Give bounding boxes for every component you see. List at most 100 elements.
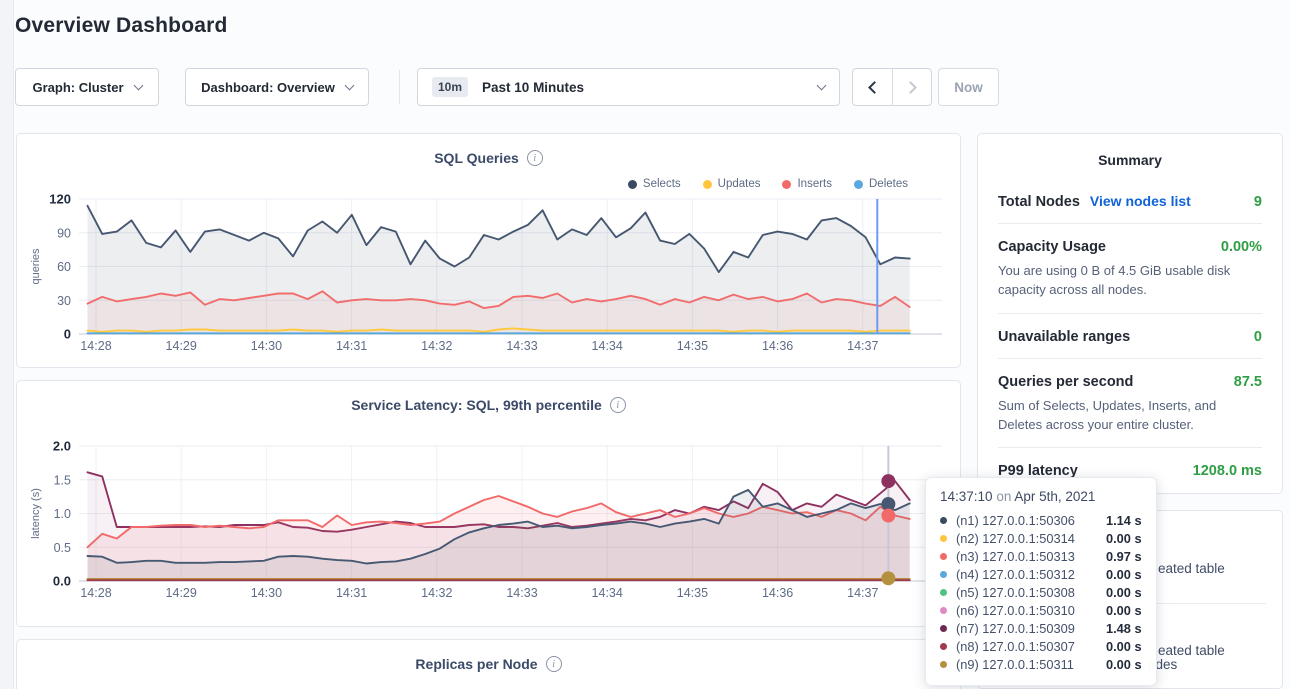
tooltip-node: (n5) 127.0.0.1:50308 bbox=[956, 585, 1106, 600]
svg-text:120: 120 bbox=[49, 192, 71, 207]
sql-queries-panel: SQL Queries i Selects Updates Inserts De… bbox=[16, 133, 961, 368]
overview-dashboard-page: Overview Dashboard Graph: Cluster Dashbo… bbox=[0, 0, 1290, 689]
svg-text:14:31: 14:31 bbox=[336, 586, 367, 600]
sql-queries-chart[interactable]: 030609012014:2814:2914:3014:3114:3214:33… bbox=[17, 192, 962, 362]
info-icon[interactable]: i bbox=[527, 150, 543, 166]
summary-title: Summary bbox=[978, 152, 1282, 168]
unavailable-ranges-value: 0 bbox=[1254, 329, 1262, 345]
time-range-dropdown[interactable]: 10m Past 10 Minutes bbox=[417, 68, 840, 106]
time-step-buttons bbox=[852, 68, 932, 106]
view-nodes-link[interactable]: View nodes list bbox=[1090, 193, 1191, 209]
chevron-left-icon bbox=[868, 81, 881, 94]
next-time-button[interactable] bbox=[892, 69, 931, 105]
chart-tooltip: 14:37:10 on Apr 5th, 2021 (n1) 127.0.0.1… bbox=[925, 477, 1157, 686]
chevron-down-icon bbox=[133, 80, 143, 90]
event-fragment[interactable]: eated table bbox=[1158, 561, 1225, 576]
svg-text:14:34: 14:34 bbox=[592, 339, 623, 353]
dashboard-dropdown[interactable]: Dashboard: Overview bbox=[185, 68, 369, 106]
info-icon[interactable]: i bbox=[610, 397, 626, 413]
service-latency-panel: Service Latency: SQL, 99th percentile i … bbox=[16, 380, 961, 627]
tooltip-value: 0.00 s bbox=[1106, 657, 1142, 672]
selects-dot-icon bbox=[628, 180, 637, 189]
tooltip-on: on bbox=[996, 489, 1011, 504]
tooltip-node: (n6) 127.0.0.1:50310 bbox=[956, 603, 1106, 618]
unavailable-ranges-row: Unavailable ranges 0 bbox=[998, 314, 1262, 359]
node-color-dot bbox=[940, 661, 947, 668]
tooltip-row: (n2) 127.0.0.1:503140.00 s bbox=[940, 529, 1142, 547]
svg-text:14:33: 14:33 bbox=[506, 586, 537, 600]
tooltip-node: (n8) 127.0.0.1:50307 bbox=[956, 639, 1106, 654]
tooltip-value: 1.48 s bbox=[1106, 621, 1142, 636]
tooltip-value: 0.00 s bbox=[1106, 639, 1142, 654]
total-nodes-value: 9 bbox=[1254, 194, 1262, 210]
tooltip-row: (n5) 127.0.0.1:503080.00 s bbox=[940, 583, 1142, 601]
updates-dot-icon bbox=[703, 180, 712, 189]
total-nodes-label: Total Nodes bbox=[998, 194, 1080, 210]
legend-label: Selects bbox=[643, 178, 681, 190]
inserts-dot-icon bbox=[782, 180, 791, 189]
tooltip-node: (n2) 127.0.0.1:50314 bbox=[956, 531, 1106, 546]
svg-text:14:33: 14:33 bbox=[506, 339, 537, 353]
tooltip-value: 0.00 s bbox=[1106, 531, 1142, 546]
svg-text:14:29: 14:29 bbox=[166, 339, 197, 353]
graph-dropdown[interactable]: Graph: Cluster bbox=[15, 68, 159, 106]
legend-item-selects: Selects bbox=[628, 178, 681, 190]
svg-text:14:29: 14:29 bbox=[166, 586, 197, 600]
chevron-right-icon bbox=[904, 81, 917, 94]
left-edge-strip bbox=[0, 0, 14, 689]
svg-text:14:28: 14:28 bbox=[80, 339, 111, 353]
tooltip-value: 0.00 s bbox=[1106, 603, 1142, 618]
svg-text:1.5: 1.5 bbox=[54, 473, 71, 487]
tooltip-row: (n7) 127.0.0.1:503091.48 s bbox=[940, 619, 1142, 637]
tooltip-node: (n3) 127.0.0.1:50313 bbox=[956, 549, 1106, 564]
node-color-dot bbox=[940, 517, 947, 524]
tooltip-node: (n4) 127.0.0.1:50312 bbox=[956, 567, 1106, 582]
queries-per-second-value: 87.5 bbox=[1234, 374, 1262, 390]
page-title: Overview Dashboard bbox=[15, 14, 228, 38]
sql-chart-legend: Selects Updates Inserts Deletes bbox=[628, 178, 908, 190]
svg-text:14:30: 14:30 bbox=[251, 339, 282, 353]
capacity-usage-row: Capacity Usage 0.00% You are using 0 B o… bbox=[998, 224, 1262, 314]
event-fragment[interactable]: eated table bbox=[1158, 643, 1225, 658]
svg-text:14:31: 14:31 bbox=[336, 339, 367, 353]
queries-per-second-label: Queries per second bbox=[998, 374, 1133, 390]
svg-text:latency (s): latency (s) bbox=[30, 488, 42, 539]
tooltip-value: 0.00 s bbox=[1106, 567, 1142, 582]
svg-text:0.5: 0.5 bbox=[54, 541, 71, 555]
tooltip-time: 14:37:10 bbox=[940, 489, 993, 504]
node-color-dot bbox=[940, 589, 947, 596]
svg-text:1.0: 1.0 bbox=[54, 507, 71, 521]
svg-text:14:35: 14:35 bbox=[677, 339, 708, 353]
legend-label: Inserts bbox=[797, 178, 832, 190]
legend-item-updates: Updates bbox=[703, 178, 761, 190]
time-range-label: Past 10 Minutes bbox=[482, 80, 818, 95]
chart-title: SQL Queries bbox=[434, 150, 519, 166]
svg-text:2.0: 2.0 bbox=[53, 439, 71, 454]
tooltip-row: (n1) 127.0.0.1:503061.14 s bbox=[940, 511, 1142, 529]
service-latency-chart[interactable]: 0.00.51.01.52.014:2814:2914:3014:3114:32… bbox=[17, 439, 962, 609]
p99-latency-value: 1208.0 ms bbox=[1193, 463, 1262, 479]
replicas-per-node-panel: Replicas per Node i bbox=[16, 639, 961, 689]
now-button[interactable]: Now bbox=[938, 68, 999, 106]
legend-item-inserts: Inserts bbox=[782, 178, 832, 190]
info-icon[interactable]: i bbox=[546, 656, 562, 672]
dashboard-dropdown-label: Dashboard: Overview bbox=[201, 80, 335, 95]
prev-time-button[interactable] bbox=[853, 69, 892, 105]
deletes-dot-icon bbox=[854, 180, 863, 189]
svg-text:60: 60 bbox=[57, 260, 71, 274]
tooltip-node: (n9) 127.0.0.1:50311 bbox=[956, 657, 1106, 672]
chart-title: Replicas per Node bbox=[415, 656, 537, 672]
legend-label: Deletes bbox=[869, 178, 908, 190]
svg-text:14:37: 14:37 bbox=[847, 586, 878, 600]
node-color-dot bbox=[940, 625, 947, 632]
node-color-dot bbox=[940, 571, 947, 578]
tooltip-value: 0.00 s bbox=[1106, 585, 1142, 600]
chart-title: Service Latency: SQL, 99th percentile bbox=[351, 397, 602, 413]
svg-text:14:36: 14:36 bbox=[762, 339, 793, 353]
tooltip-row: (n9) 127.0.0.1:503110.00 s bbox=[940, 655, 1142, 673]
capacity-usage-value: 0.00% bbox=[1221, 239, 1262, 255]
capacity-usage-label: Capacity Usage bbox=[998, 239, 1106, 255]
tooltip-value: 0.97 s bbox=[1106, 549, 1142, 564]
toolbar-divider bbox=[399, 70, 400, 104]
chevron-down-icon bbox=[344, 80, 354, 90]
